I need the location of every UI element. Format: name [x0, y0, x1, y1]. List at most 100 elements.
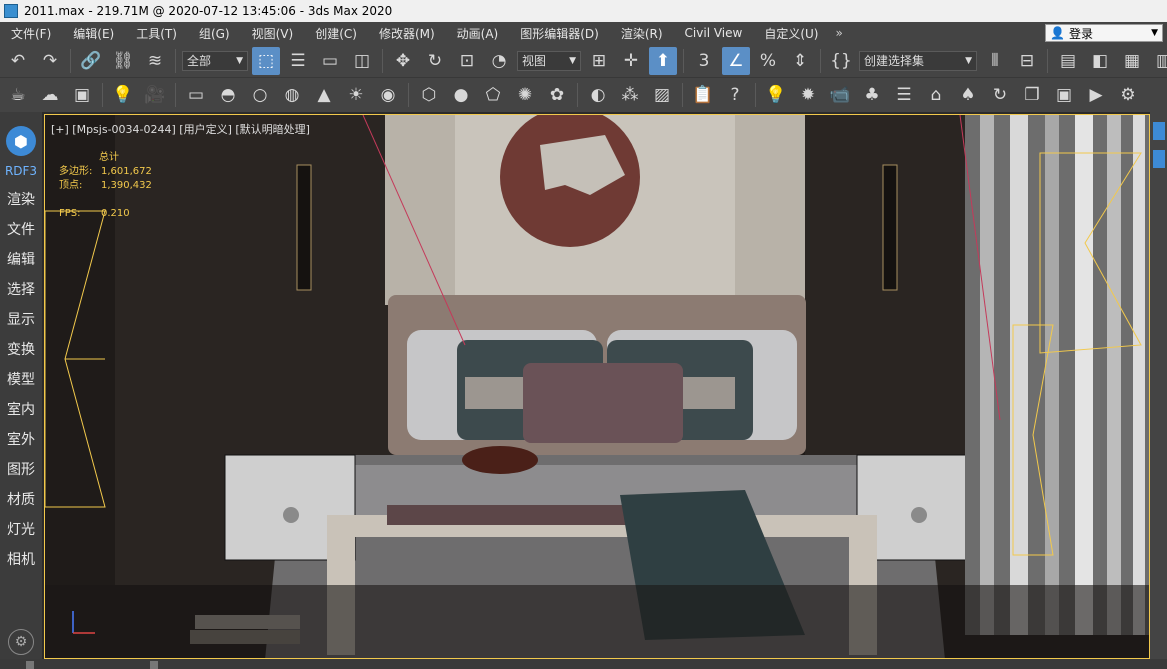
- timeline-handle[interactable]: [150, 661, 158, 669]
- trees-icon[interactable]: ♣: [858, 81, 886, 109]
- sidebar-item-file[interactable]: 文件: [0, 214, 42, 244]
- cube-icon[interactable]: ⬢: [6, 126, 36, 156]
- curve-editor-icon[interactable]: ▥: [1150, 47, 1167, 75]
- menu-edit[interactable]: 编辑(E): [62, 25, 125, 42]
- sidebar-item-display[interactable]: 显示: [0, 304, 42, 334]
- rect-selection-icon[interactable]: ▭: [316, 47, 344, 75]
- menu-file[interactable]: 文件(F): [0, 25, 62, 42]
- unlink-icon[interactable]: ⛓: [109, 47, 137, 75]
- window-crossing-icon[interactable]: ◫: [348, 47, 376, 75]
- ambient-light-icon[interactable]: ◉: [374, 81, 402, 109]
- fur-icon[interactable]: ✺: [511, 81, 539, 109]
- move-icon[interactable]: ✥: [389, 47, 417, 75]
- render-setup-icon[interactable]: ▨: [648, 81, 676, 109]
- menu-civil-view[interactable]: Civil View: [674, 26, 754, 40]
- create-panel-icon[interactable]: [1152, 122, 1165, 140]
- angle-snap-icon[interactable]: ∠: [722, 46, 750, 75]
- render-frame-icon[interactable]: ▣: [68, 81, 96, 109]
- material-balls-icon[interactable]: ●: [447, 81, 475, 109]
- viewport-label[interactable]: [+] [Mpsjs-0034-0244] [用户定义] [默认明暗处理]: [51, 121, 310, 137]
- menu-graph-editors[interactable]: 图形编辑器(D): [509, 25, 610, 42]
- sidebar-item-camera[interactable]: 相机: [0, 544, 42, 574]
- list-icon[interactable]: ☰: [890, 81, 918, 109]
- pivot-center-icon[interactable]: ⊞: [585, 47, 613, 75]
- plane-icon[interactable]: ▭: [182, 81, 210, 109]
- undo-icon[interactable]: ↶: [4, 47, 32, 75]
- percent-snap-icon[interactable]: %: [754, 47, 782, 75]
- reference-coordinate-dropdown[interactable]: 视图 ▼: [517, 50, 581, 71]
- clipboard-icon[interactable]: 📋: [689, 81, 717, 109]
- scene-explorer-icon[interactable]: ▤: [1054, 47, 1082, 75]
- menu-overflow-button[interactable]: »: [829, 26, 848, 40]
- place-icon[interactable]: ◔: [485, 47, 513, 75]
- login-dropdown[interactable]: 👤 登录 ▼: [1045, 24, 1163, 42]
- refresh-icon[interactable]: ↻: [986, 81, 1014, 109]
- sidebar-item-material[interactable]: 材质: [0, 484, 42, 514]
- tree-icon[interactable]: ♠: [954, 81, 982, 109]
- sidebar-item-transform[interactable]: 变换: [0, 334, 42, 364]
- video-camera-icon[interactable]: 📹: [826, 81, 854, 109]
- redo-icon[interactable]: ↷: [36, 47, 64, 75]
- settings-icon[interactable]: ⚙: [8, 629, 34, 655]
- sidebar-item-exterior[interactable]: 室外: [0, 424, 42, 454]
- sidebar-item-select[interactable]: 选择: [0, 274, 42, 304]
- mesh-light-icon[interactable]: ◍: [278, 81, 306, 109]
- ies-light-icon[interactable]: ▲: [310, 81, 338, 109]
- menu-group[interactable]: 组(G): [188, 25, 241, 42]
- home-icon[interactable]: ⌂: [922, 81, 950, 109]
- cloud-icon[interactable]: ☁: [36, 81, 64, 109]
- teapot-icon[interactable]: ☕: [4, 81, 32, 109]
- snaps-toggle-icon[interactable]: 3: [690, 47, 718, 75]
- sidebar-item-shape[interactable]: 图形: [0, 454, 42, 484]
- camera-icon[interactable]: 🎥: [141, 81, 169, 109]
- modify-panel-icon[interactable]: [1152, 150, 1165, 168]
- named-selection-dropdown[interactable]: 创建选择集 ▼: [859, 50, 977, 71]
- plugin-sidebar: ⬢ RDF3 渲染 文件 编辑 选择 显示 变换 模型 室内 室外 图形 材质 …: [0, 112, 42, 669]
- copy-icon[interactable]: ❐: [1018, 81, 1046, 109]
- perspective-viewport[interactable]: [+] [Mpsjs-0034-0244] [用户定义] [默认明暗处理] 总计…: [44, 114, 1150, 659]
- layer-explorer-icon[interactable]: ◧: [1086, 47, 1114, 75]
- timeline-handle[interactable]: [26, 661, 34, 669]
- dome-icon[interactable]: ◓: [214, 81, 242, 109]
- material-editor-icon[interactable]: ◐: [584, 81, 612, 109]
- sidebar-item-light[interactable]: 灯光: [0, 514, 42, 544]
- frame-icon[interactable]: ▣: [1050, 81, 1078, 109]
- menu-animation[interactable]: 动画(A): [446, 25, 510, 42]
- scale-icon[interactable]: ⊡: [453, 47, 481, 75]
- rotate-icon[interactable]: ↻: [421, 47, 449, 75]
- menu-rendering[interactable]: 渲染(R): [610, 25, 674, 42]
- selection-filter-dropdown[interactable]: 全部 ▼: [182, 50, 248, 71]
- keyboard-shortcut-override-icon[interactable]: ⬆: [649, 46, 677, 75]
- sun-icon[interactable]: ☀: [342, 81, 370, 109]
- sun-gear-icon[interactable]: ✹: [794, 81, 822, 109]
- spinner-snap-icon[interactable]: ⇕: [786, 47, 814, 75]
- light-lister-icon[interactable]: 💡: [109, 81, 137, 109]
- edit-named-selection-icon[interactable]: {}: [827, 47, 855, 75]
- select-object-icon[interactable]: ⬚: [252, 46, 280, 75]
- material-palette-icon[interactable]: ⁂: [616, 81, 644, 109]
- sidebar-item-edit[interactable]: 编辑: [0, 244, 42, 274]
- select-manipulate-icon[interactable]: ✛: [617, 47, 645, 75]
- menu-customize[interactable]: 自定义(U): [753, 25, 829, 42]
- sidebar-item-render[interactable]: 渲染: [0, 184, 42, 214]
- bind-space-warp-icon[interactable]: ≋: [141, 47, 169, 75]
- select-by-name-icon[interactable]: ☰: [284, 47, 312, 75]
- menu-create[interactable]: 创建(C): [304, 25, 368, 42]
- mirror-icon[interactable]: ⫴: [981, 47, 1009, 75]
- lightbulb-icon[interactable]: 💡: [762, 81, 790, 109]
- video-settings-icon[interactable]: ⚙: [1114, 81, 1142, 109]
- sidebar-item-interior[interactable]: 室内: [0, 394, 42, 424]
- help-icon[interactable]: ?: [721, 81, 749, 109]
- menu-modifiers[interactable]: 修改器(M): [368, 25, 446, 42]
- toggle-ribbon-icon[interactable]: ▦: [1118, 47, 1146, 75]
- menu-tools[interactable]: 工具(T): [125, 25, 188, 42]
- grass-icon[interactable]: ✿: [543, 81, 571, 109]
- align-icon[interactable]: ⊟: [1013, 47, 1041, 75]
- sphere-light-icon[interactable]: ○: [246, 81, 274, 109]
- proxy-icon[interactable]: ⬡: [415, 81, 443, 109]
- mesh-export-icon[interactable]: ⬠: [479, 81, 507, 109]
- output-icon[interactable]: ▶: [1082, 81, 1110, 109]
- link-icon[interactable]: 🔗: [77, 47, 105, 75]
- sidebar-item-model[interactable]: 模型: [0, 364, 42, 394]
- menu-views[interactable]: 视图(V): [241, 25, 305, 42]
